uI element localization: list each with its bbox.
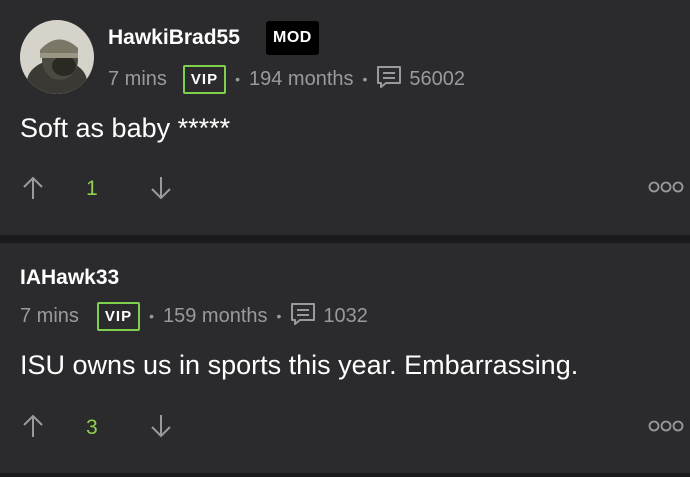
upvote-button[interactable] (22, 413, 44, 444)
arrow-down-icon (151, 177, 171, 200)
separator-dot: • (276, 308, 282, 324)
meta-row: 7 mins VIP • 194 months • 56002 (108, 64, 465, 94)
arrow-down-icon (151, 415, 171, 438)
more-options-button[interactable] (648, 180, 684, 199)
downvote-button[interactable] (150, 413, 172, 444)
vote-count: 3 (86, 416, 98, 439)
meta-row: 7 mins VIP • 159 months • 1032 (20, 301, 368, 331)
comment-body: ISU owns us in sports this year. Embarra… (20, 350, 579, 380)
comment-icon (376, 65, 402, 95)
upvote-button[interactable] (22, 175, 44, 206)
username[interactable]: HawkiBrad55 (108, 26, 240, 50)
vote-count: 1 (86, 177, 98, 200)
post-count: 1032 (323, 304, 368, 327)
separator-dot: • (149, 308, 154, 324)
divider (0, 235, 690, 243)
post-time: 7 mins (108, 67, 167, 90)
avatar[interactable] (20, 20, 94, 94)
username[interactable]: IAHawk33 (20, 266, 119, 290)
comment-icon (290, 302, 316, 332)
arrow-up-icon (23, 414, 43, 437)
separator-dot: • (362, 71, 368, 87)
separator-dot: • (235, 71, 240, 87)
member-tenure: 159 months (163, 304, 268, 327)
arrow-up-icon (23, 176, 43, 199)
vip-badge: VIP (96, 301, 141, 331)
member-tenure: 194 months (249, 67, 354, 90)
vip-badge: VIP (182, 64, 227, 94)
more-options-icon (648, 181, 684, 193)
more-options-icon (648, 420, 684, 432)
comment-body: Soft as baby ***** (20, 113, 231, 143)
divider (0, 473, 690, 477)
post-count: 56002 (409, 67, 466, 90)
mod-badge: MOD (266, 21, 319, 55)
user-avatar-icon (20, 20, 94, 94)
comment-card: IAHawk33 7 mins VIP • 159 months • 1032 … (0, 243, 690, 473)
comment-card: HawkiBrad55 MOD 7 mins VIP • 194 months … (0, 0, 690, 235)
more-options-button[interactable] (648, 419, 684, 438)
downvote-button[interactable] (150, 175, 172, 206)
post-time: 7 mins (20, 304, 79, 327)
